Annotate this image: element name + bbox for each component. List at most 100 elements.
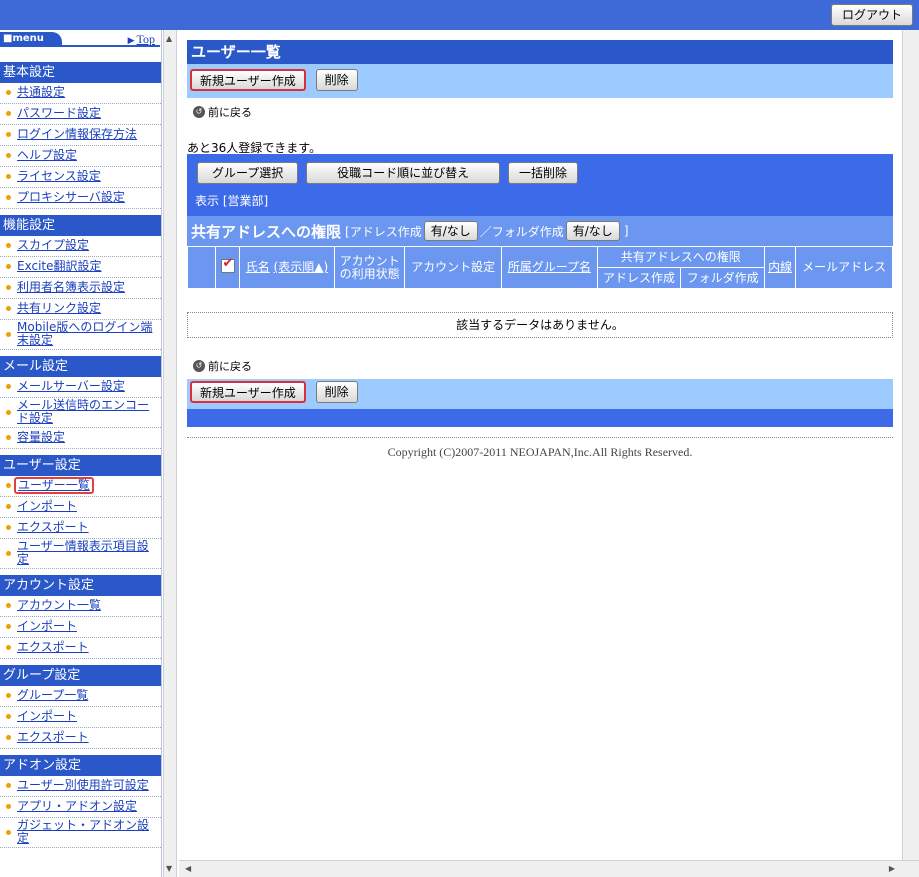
logout-button[interactable]: ログアウト bbox=[830, 4, 913, 26]
bullet-icon bbox=[6, 603, 11, 608]
top-action-bar: 新規ユーザー作成 削除 bbox=[187, 64, 893, 98]
select-all-checkbox[interactable] bbox=[220, 257, 235, 273]
bulk-delete-button[interactable]: 一括削除 bbox=[507, 162, 578, 184]
sidebar-item[interactable]: インポート bbox=[0, 617, 161, 638]
sidebar-item-link[interactable]: Excite翻訳設定 bbox=[17, 260, 102, 273]
sidebar-item-link[interactable]: ユーザー情報表示項目設定 bbox=[17, 540, 157, 566]
sidebar-item-link[interactable]: 容量設定 bbox=[17, 431, 65, 444]
sidebar-item-link[interactable]: インポート bbox=[17, 500, 77, 513]
sidebar-item[interactable]: インポート bbox=[0, 707, 161, 728]
back-link-top[interactable]: ↺ 前に戻る bbox=[193, 104, 252, 120]
bullet-icon bbox=[6, 693, 11, 698]
sidebar-item-link[interactable]: ヘルプ設定 bbox=[17, 149, 77, 162]
main-horizontal-scrollbar[interactable]: ◀ ▶ bbox=[179, 860, 919, 877]
sidebar-item[interactable]: エクスポート bbox=[0, 518, 161, 539]
sidebar-item[interactable]: Mobile版へのログイン端末設定 bbox=[0, 320, 161, 350]
select-all-column bbox=[215, 246, 240, 289]
scroll-up-icon[interactable]: ▲ bbox=[166, 34, 172, 43]
sidebar-item[interactable]: アプリ・アドオン設定 bbox=[0, 797, 161, 818]
sidebar-item[interactable]: ユーザー別使用許可設定 bbox=[0, 776, 161, 797]
group-select-button[interactable]: グループ選択 bbox=[197, 162, 299, 184]
bullet-icon bbox=[6, 195, 11, 200]
sidebar-item[interactable]: プロキシサーバ設定 bbox=[0, 188, 161, 209]
top-link[interactable]: ▶ Top bbox=[128, 32, 155, 47]
new-user-button[interactable]: 新規ユーザー作成 bbox=[190, 69, 306, 91]
sidebar-item[interactable]: インポート bbox=[0, 497, 161, 518]
sidebar-item-link[interactable]: ガジェット・アドオン設定 bbox=[17, 819, 157, 845]
address-create-toggle-button[interactable]: 有/なし bbox=[423, 221, 478, 241]
sidebar-item-link[interactable]: ユーザー一覧 bbox=[14, 477, 94, 494]
display-order-sort-link[interactable]: (表示順▲) bbox=[274, 260, 329, 274]
sidebar-item[interactable]: エクスポート bbox=[0, 638, 161, 659]
sidebar-item[interactable]: ヘルプ設定 bbox=[0, 146, 161, 167]
sidebar-item-link[interactable]: ユーザー別使用許可設定 bbox=[17, 779, 149, 792]
sidebar-item-link[interactable]: インポート bbox=[17, 710, 77, 723]
scroll-left-icon[interactable]: ◀ bbox=[185, 864, 191, 873]
new-user-button-bottom[interactable]: 新規ユーザー作成 bbox=[190, 381, 306, 403]
bullet-icon bbox=[6, 804, 11, 809]
sidebar-item[interactable]: エクスポート bbox=[0, 728, 161, 749]
sidebar-item-link[interactable]: 共有リンク設定 bbox=[17, 302, 101, 315]
address-create-label: [アドレス作成 bbox=[345, 224, 422, 239]
bullet-icon bbox=[6, 264, 11, 269]
sidebar-item-link[interactable]: Mobile版へのログイン端末設定 bbox=[17, 321, 157, 347]
menu-label: ■menu bbox=[0, 32, 160, 47]
sidebar-item-link[interactable]: アカウント一覧 bbox=[17, 599, 101, 612]
sidebar-item-link[interactable]: 利用者名簿表示設定 bbox=[17, 281, 125, 294]
menu-sections: 基本設定 共通設定 パスワード設定 ログイン情報保存方法 ヘルプ設定 ライセンス設定 プロキ… bbox=[0, 62, 161, 848]
sidebar-item[interactable]: メール送信時のエンコード設定 bbox=[0, 398, 161, 428]
sidebar-item[interactable]: ユーザー一覧 bbox=[0, 476, 161, 497]
bullet-icon bbox=[6, 783, 11, 788]
sidebar-item[interactable]: 容量設定 bbox=[0, 428, 161, 449]
sidebar-item-link[interactable]: エクスポート bbox=[17, 731, 89, 744]
display-filter-text: 表示 [営業部] bbox=[195, 194, 269, 208]
sidebar-item[interactable]: アカウント一覧 bbox=[0, 596, 161, 617]
sidebar-item-link[interactable]: グループ一覧 bbox=[17, 689, 88, 702]
folder-create-label: ／フォルダ作成 bbox=[479, 224, 564, 239]
extension-sort-link[interactable]: 内線 bbox=[768, 260, 792, 274]
sidebar-item-link[interactable]: 共通設定 bbox=[17, 86, 65, 99]
menu-header: ■menu ▶ Top bbox=[0, 30, 161, 54]
sidebar-item[interactable]: 利用者名簿表示設定 bbox=[0, 278, 161, 299]
menu-section-title: 機能設定 bbox=[0, 215, 161, 236]
bullet-icon bbox=[6, 829, 11, 835]
sidebar-item-link[interactable]: アプリ・アドオン設定 bbox=[17, 800, 137, 813]
sidebar-item-link[interactable]: メールサーバー設定 bbox=[17, 380, 125, 393]
sidebar-item[interactable]: ガジェット・アドオン設定 bbox=[0, 818, 161, 848]
sidebar-item-link[interactable]: ライセンス設定 bbox=[17, 170, 101, 183]
sidebar-item-link[interactable]: エクスポート bbox=[17, 641, 89, 654]
sidebar-item[interactable]: ログイン情報保存方法 bbox=[0, 125, 161, 146]
scroll-down-icon[interactable]: ▼ bbox=[166, 864, 172, 873]
sidebar-item-link[interactable]: インポート bbox=[17, 620, 77, 633]
sidebar-item-link[interactable]: エクスポート bbox=[17, 521, 89, 534]
sidebar-item[interactable]: Excite翻訳設定 bbox=[0, 257, 161, 278]
name-sort-link[interactable]: 氏名 bbox=[246, 260, 270, 274]
sidebar-item[interactable]: スカイプ設定 bbox=[0, 236, 161, 257]
bullet-icon bbox=[6, 306, 11, 311]
filter-panel: グループ選択 役職コード順に並び替え 一括削除 表示 [営業部] bbox=[187, 154, 893, 216]
sidebar-item[interactable]: グループ一覧 bbox=[0, 686, 161, 707]
folder-create-toggle-button[interactable]: 有/なし bbox=[565, 221, 620, 241]
sidebar-item-link[interactable]: ログイン情報保存方法 bbox=[17, 128, 137, 141]
sidebar-item[interactable]: ライセンス設定 bbox=[0, 167, 161, 188]
sidebar-item-link[interactable]: パスワード設定 bbox=[17, 107, 101, 120]
main-vertical-scrollbar[interactable] bbox=[902, 30, 919, 860]
sidebar-item[interactable]: ユーザー情報表示項目設定 bbox=[0, 539, 161, 569]
group-sort-link[interactable]: 所属グループ名 bbox=[508, 260, 591, 274]
sidebar-item-link[interactable]: メール送信時のエンコード設定 bbox=[17, 399, 157, 425]
bullet-icon bbox=[6, 111, 11, 116]
sidebar-item[interactable]: メールサーバー設定 bbox=[0, 377, 161, 398]
sidebar-item[interactable]: 共有リンク設定 bbox=[0, 299, 161, 320]
sort-by-role-code-button[interactable]: 役職コード順に並び替え bbox=[306, 162, 501, 184]
sidebar-item-link[interactable]: プロキシサーバ設定 bbox=[17, 191, 125, 204]
delete-button[interactable]: 削除 bbox=[315, 69, 358, 91]
back-link-bottom[interactable]: ↺ 前に戻る bbox=[193, 358, 252, 374]
scroll-right-icon[interactable]: ▶ bbox=[889, 864, 895, 873]
sidebar-item-link[interactable]: スカイプ設定 bbox=[17, 239, 89, 252]
sidebar-scrollbar[interactable]: ▲ ▼ bbox=[163, 30, 177, 877]
menu-section-title: アドオン設定 bbox=[0, 755, 161, 776]
back-icon: ↺ bbox=[193, 106, 205, 118]
sidebar-item[interactable]: 共通設定 bbox=[0, 83, 161, 104]
sidebar-item[interactable]: パスワード設定 bbox=[0, 104, 161, 125]
delete-button-bottom[interactable]: 削除 bbox=[315, 381, 358, 403]
